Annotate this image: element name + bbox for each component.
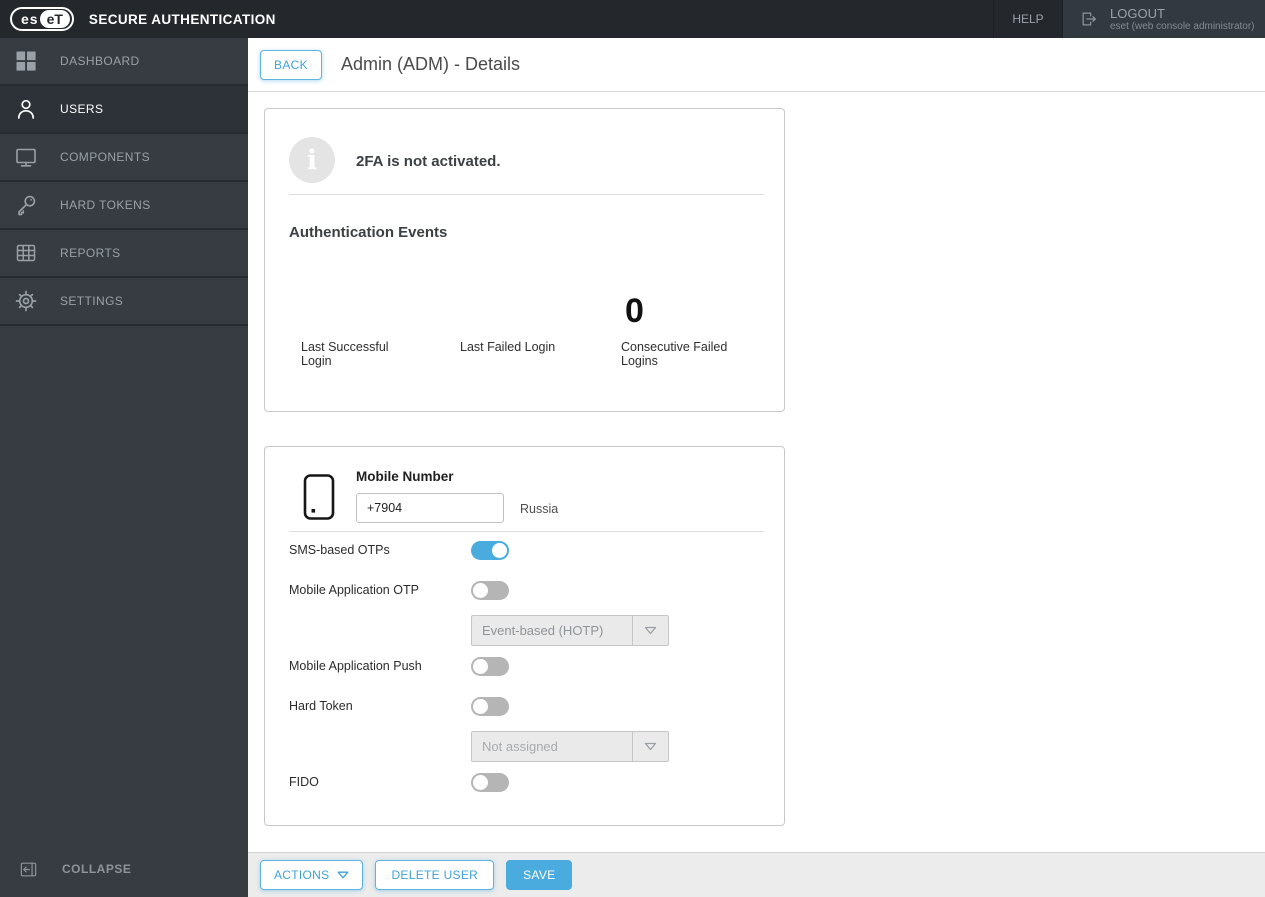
eset-logo-text: es xyxy=(21,11,39,27)
toggle-knob xyxy=(473,659,488,674)
logout-label: LOGOUT xyxy=(1110,5,1165,21)
actions-button[interactable]: ACTIONS xyxy=(260,860,364,890)
stat-label: Last Successful Login xyxy=(301,340,389,369)
sidebar-item-components[interactable]: COMPONENTS xyxy=(0,134,248,182)
hard-token-toggle[interactable] xyxy=(471,697,509,716)
chevron-down-icon xyxy=(632,732,668,761)
page-title: Admin (ADM) - Details xyxy=(341,54,521,74)
otp-type-dropdown[interactable]: Event-based (HOTP) xyxy=(471,615,669,646)
sms-otp-label: SMS-based OTPs xyxy=(289,543,390,557)
otp-type-value: Event-based (HOTP) xyxy=(482,623,604,638)
eset-logo-text-2: eT xyxy=(39,10,70,28)
footer-action-bar: ACTIONS DELETE USER SAVE xyxy=(248,852,1265,897)
sidebar-item-label: DASHBOARD xyxy=(60,54,140,68)
delete-user-button[interactable]: DELETE USER xyxy=(375,860,495,890)
dashboard-grid-icon xyxy=(13,48,39,74)
mobile-app-otp-toggle[interactable] xyxy=(471,581,509,600)
country-label: Russia xyxy=(520,502,559,516)
top-bar: es eT SECURE AUTHENTICATION HELP LOGOUT … xyxy=(0,0,1265,38)
chevron-down-icon xyxy=(632,616,668,645)
stat-label: Last Failed Login xyxy=(460,340,556,354)
fido-label: FIDO xyxy=(289,775,319,789)
divider xyxy=(289,531,764,532)
mobile-app-otp-label: Mobile Application OTP xyxy=(289,583,419,597)
logout-button[interactable]: LOGOUT eset (web console administrator) xyxy=(1063,0,1265,38)
sidebar: DASHBOARD USERS COMPONENTS HARD TOKENS R… xyxy=(0,38,248,897)
sidebar-item-users[interactable]: USERS xyxy=(0,86,248,134)
hard-token-value: Not assigned xyxy=(482,739,558,754)
toggle-knob xyxy=(492,543,507,558)
back-button[interactable]: BACK xyxy=(260,49,322,80)
logged-in-user: eset (web console administrator) xyxy=(1110,20,1255,32)
mobile-app-push-label: Mobile Application Push xyxy=(289,659,422,673)
key-icon xyxy=(13,192,39,218)
actions-label: ACTIONS xyxy=(274,868,330,882)
eset-logo: es eT xyxy=(10,7,74,31)
page-header: BACK Admin (ADM) - Details xyxy=(248,38,1265,92)
toggle-knob xyxy=(473,699,488,714)
collapse-icon xyxy=(18,859,38,879)
fido-toggle[interactable] xyxy=(471,773,509,792)
status-card: i 2FA is not activated. Authentication E… xyxy=(264,108,785,412)
save-button[interactable]: SAVE xyxy=(506,860,573,890)
user-icon xyxy=(13,96,39,122)
collapse-sidebar-button[interactable]: COLLAPSE xyxy=(0,845,248,893)
gear-icon xyxy=(13,288,39,314)
product-name: SECURE AUTHENTICATION xyxy=(88,11,276,27)
sidebar-item-label: REPORTS xyxy=(60,246,121,260)
phone-icon xyxy=(303,474,335,520)
sidebar-item-label: COMPONENTS xyxy=(60,150,151,164)
stat-last-failed-login: Last Failed Login xyxy=(460,279,621,369)
sidebar-item-reports[interactable]: REPORTS xyxy=(0,230,248,278)
sidebar-item-label: SETTINGS xyxy=(60,294,124,308)
status-message: 2FA is not activated. xyxy=(356,153,501,170)
toggle-knob xyxy=(473,583,488,598)
mobile-card: Mobile Number Russia SMS-based OTPs Mobi… xyxy=(264,446,785,826)
mobile-number-input[interactable] xyxy=(356,493,504,523)
chevron-down-icon xyxy=(338,871,349,879)
monitor-icon xyxy=(13,144,39,170)
stat-value: 0 xyxy=(625,292,644,330)
report-grid-icon xyxy=(13,240,39,266)
sidebar-item-dashboard[interactable]: DASHBOARD xyxy=(0,38,248,86)
sidebar-item-label: USERS xyxy=(60,102,104,116)
mobile-app-push-toggle[interactable] xyxy=(471,657,509,676)
toggle-knob xyxy=(473,775,488,790)
stat-value xyxy=(460,279,621,331)
stat-value xyxy=(301,279,460,331)
sidebar-item-hard-tokens[interactable]: HARD TOKENS xyxy=(0,182,248,230)
auth-events-title: Authentication Events xyxy=(289,224,448,241)
help-button[interactable]: HELP xyxy=(993,0,1063,38)
info-icon: i xyxy=(289,137,335,183)
stat-label: Consecutive Failed Logins xyxy=(621,340,728,369)
sms-otp-toggle[interactable] xyxy=(471,541,509,560)
divider xyxy=(289,194,764,195)
hard-token-label: Hard Token xyxy=(289,699,353,713)
stat-consecutive-failed-logins: 0 Consecutive Failed Logins xyxy=(621,279,791,369)
sidebar-item-label: HARD TOKENS xyxy=(60,198,151,212)
mobile-number-label: Mobile Number xyxy=(356,469,454,484)
sidebar-item-settings[interactable]: SETTINGS xyxy=(0,278,248,326)
logout-icon xyxy=(1082,12,1096,26)
auth-events-stats: Last Successful Login Last Failed Login … xyxy=(301,279,791,369)
hard-token-dropdown[interactable]: Not assigned xyxy=(471,731,669,762)
main-content: i 2FA is not activated. Authentication E… xyxy=(248,92,1265,852)
stat-last-successful-login: Last Successful Login xyxy=(301,279,460,369)
collapse-label: COLLAPSE xyxy=(62,862,132,876)
